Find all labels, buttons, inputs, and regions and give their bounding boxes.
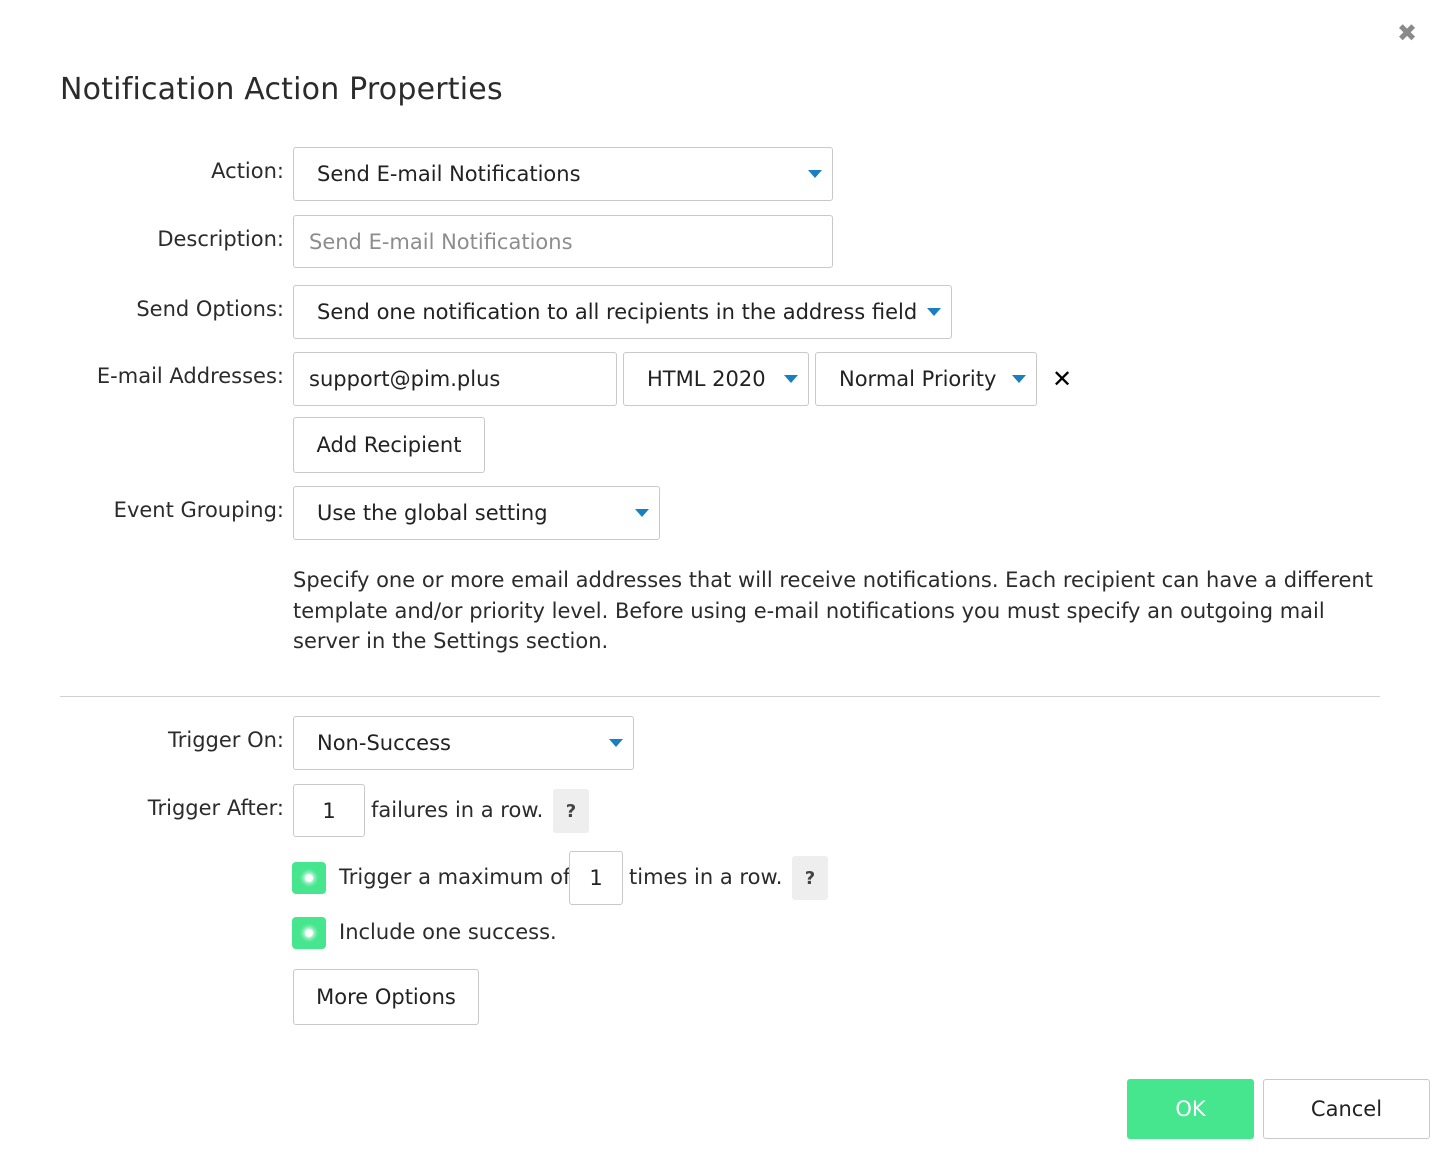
chevron-down-icon xyxy=(808,170,822,178)
close-icon[interactable]: ✖ xyxy=(1394,20,1420,46)
event-grouping-value: Use the global setting xyxy=(317,501,548,525)
event-grouping-select[interactable]: Use the global setting xyxy=(293,486,660,540)
priority-select[interactable]: Normal Priority xyxy=(815,352,1037,406)
dialog-title: Notification Action Properties xyxy=(60,72,503,107)
trigger-after-help-button[interactable]: ? xyxy=(553,789,589,833)
add-recipient-button[interactable]: Add Recipient xyxy=(293,417,485,473)
description-placeholder: Send E-mail Notifications xyxy=(309,229,573,254)
email-addresses-label: E-mail Addresses: xyxy=(96,364,284,388)
more-options-button[interactable]: More Options xyxy=(293,969,479,1025)
chevron-down-icon xyxy=(927,308,941,316)
trigger-after-suffix: failures in a row. xyxy=(371,798,544,822)
email-help-text: Specify one or more email addresses that… xyxy=(293,568,1373,653)
trigger-after-label: Trigger After: xyxy=(147,796,284,820)
chevron-down-icon xyxy=(1012,375,1026,383)
priority-select-value: Normal Priority xyxy=(839,367,997,391)
trigger-on-label: Trigger On: xyxy=(167,728,284,752)
trigger-on-value: Non-Success xyxy=(317,731,451,755)
cancel-button[interactable]: Cancel xyxy=(1263,1079,1430,1139)
toggle-indicator xyxy=(305,874,313,882)
action-label: Action: xyxy=(211,159,284,183)
description-label: Description: xyxy=(157,227,284,251)
chevron-down-icon xyxy=(784,375,798,383)
description-input[interactable]: Send E-mail Notifications xyxy=(293,215,833,268)
trigger-after-value: 1 xyxy=(322,798,336,823)
trigger-max-prefix: Trigger a maximum of xyxy=(339,865,571,889)
trigger-max-help-button[interactable]: ? xyxy=(792,856,828,900)
action-select[interactable]: Send E-mail Notifications xyxy=(293,147,833,201)
trigger-max-value: 1 xyxy=(589,866,603,890)
send-options-value: Send one notification to all recipients … xyxy=(317,300,918,324)
event-grouping-label: Event Grouping: xyxy=(113,498,284,522)
email-address-value: support@pim.plus xyxy=(309,367,501,391)
action-select-value: Send E-mail Notifications xyxy=(317,162,581,186)
trigger-max-input[interactable]: 1 xyxy=(569,851,623,905)
remove-icon[interactable]: ✕ xyxy=(1050,366,1074,392)
trigger-max-suffix: times in a row. xyxy=(629,865,783,889)
toggle-indicator xyxy=(305,929,313,937)
trigger-max-toggle[interactable] xyxy=(292,862,326,894)
send-options-label: Send Options: xyxy=(136,297,284,321)
trigger-after-input[interactable]: 1 xyxy=(293,784,365,837)
template-select-value: HTML 2020 xyxy=(647,367,766,391)
include-success-toggle[interactable] xyxy=(292,917,326,949)
include-success-label: Include one success. xyxy=(339,920,557,944)
chevron-down-icon xyxy=(609,739,623,747)
send-options-select[interactable]: Send one notification to all recipients … xyxy=(293,285,952,339)
divider xyxy=(60,696,1380,697)
chevron-down-icon xyxy=(635,509,649,517)
ok-button[interactable]: OK xyxy=(1127,1079,1254,1139)
email-address-input[interactable]: support@pim.plus xyxy=(293,352,617,406)
trigger-on-select[interactable]: Non-Success xyxy=(293,716,634,770)
template-select[interactable]: HTML 2020 xyxy=(623,352,809,406)
